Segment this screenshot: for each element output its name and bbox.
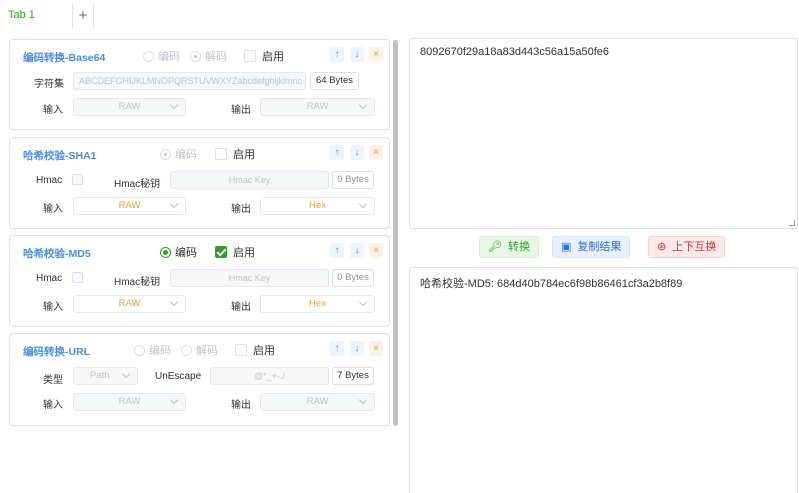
chevron-down-icon [358,297,368,307]
card-sha1: 哈希校验-SHA1 编码 启用 ↑ ↓ × Hmac Hmac秘钥 Hmac K… [9,137,390,229]
move-up-button[interactable]: ↑ [330,145,344,160]
move-down-button[interactable]: ↓ [350,243,364,258]
hmac-key-label: Hmac秘钥 [114,277,161,288]
card-md5: 哈希校验-MD5 编码 启用 ↑ ↓ × Hmac Hmac秘钥 Hmac Ke… [9,235,390,327]
input-textarea[interactable]: 8092670f29a18a83d443c56a15a50fe6 [409,38,798,229]
encode-radio[interactable]: 编码 [134,342,171,358]
output-format-select[interactable]: RAW [260,393,375,411]
resize-handle-icon[interactable] [789,220,795,226]
input-label: 输入 [43,105,63,116]
checkbox-icon [244,50,256,62]
add-tab-button[interactable]: + [72,2,94,30]
output-label: 输出 [231,302,251,313]
tab-1[interactable]: Tab 1 [8,9,35,21]
enable-checkbox[interactable]: 启用 [215,244,255,260]
chevron-down-icon [169,199,179,209]
radio-circle-icon [181,344,192,356]
byte-count: 0 Bytes [332,269,374,287]
input-text: 8092670f29a18a83d443c56a15a50fe6 [420,46,610,58]
card-base64: 编码转换-Base64 编码 解码 启用 ↑ ↓ × 字符集 ABCDEFGHI… [9,39,390,130]
swap-icon: ⊛ [657,241,667,253]
hmac-checkbox[interactable] [72,174,83,185]
hmac-label: Hmac [36,273,63,284]
chevron-down-icon [169,297,179,307]
type-select[interactable]: Path [73,367,138,385]
unescape-input[interactable]: @*_+-./ [210,367,329,385]
output-text: 哈希校验-MD5: 684d40b784ec6f98b86461cf3a2b8f… [420,278,683,290]
checkbox-icon [215,148,227,160]
byte-count: 7 Bytes [332,367,374,385]
remove-button[interactable]: × [369,145,383,160]
card-title: 编码转换-URL [23,346,91,358]
radio-circle-icon [190,50,201,62]
card-title: 哈希校验-MD5 [23,248,91,260]
enable-checkbox[interactable]: 启用 [244,48,284,64]
type-label: 类型 [43,375,63,386]
card-title: 哈希校验-SHA1 [23,150,97,162]
enable-checkbox[interactable]: 启用 [215,146,255,162]
decode-radio[interactable]: 解码 [190,48,227,64]
output-format-select[interactable]: Hex [260,197,375,215]
hmac-checkbox[interactable] [72,272,83,283]
radio-circle-icon [134,344,145,356]
input-label: 输入 [43,204,63,215]
copy-result-button[interactable]: ▣ 复制结果 [552,236,631,258]
input-label: 输入 [43,302,63,313]
left-panel-scrollbar[interactable] [393,40,398,426]
hmac-key-input[interactable]: Hmac Key [170,171,329,189]
enable-checkbox[interactable]: 启用 [235,342,275,358]
hmac-key-input[interactable]: Hmac Key [170,269,329,287]
input-label: 输入 [43,400,63,411]
encode-radio[interactable]: 编码 [160,244,197,260]
byte-count: 0 Bytes [332,171,374,189]
move-up-button[interactable]: ↑ [330,47,344,62]
decode-radio[interactable]: 解码 [181,342,218,358]
charset-label: 字符集 [34,79,64,90]
radio-circle-icon [143,50,154,62]
hmac-label: Hmac [36,175,63,186]
card-url: 编码转换-URL 编码 解码 启用 ↑ ↓ × 类型 Path UnEscape… [9,333,390,426]
move-down-button[interactable]: ↓ [350,47,364,62]
unescape-label: UnEscape [155,371,202,382]
output-format-select[interactable]: Hex [260,295,375,313]
chevron-down-icon [358,199,368,209]
move-down-button[interactable]: ↓ [350,145,364,160]
checkbox-checked-icon [215,246,227,258]
encode-radio[interactable]: 编码 [143,48,180,64]
input-format-select[interactable]: RAW [73,393,186,411]
swap-button[interactable]: ⊛ 上下互换 [648,236,726,258]
remove-button[interactable]: × [369,243,383,258]
radio-circle-icon [160,148,171,160]
output-label: 输出 [231,204,251,215]
chevron-down-icon [169,395,179,405]
remove-button[interactable]: × [369,341,383,356]
byte-count: 64 Bytes [310,72,359,90]
output-label: 输出 [231,400,251,411]
hmac-key-label: Hmac秘钥 [114,179,161,190]
move-down-button[interactable]: ↓ [350,341,364,356]
chevron-down-icon [358,100,368,110]
chevron-down-icon [358,395,368,405]
input-format-select[interactable]: RAW [73,197,186,215]
remove-button[interactable]: × [369,47,383,62]
input-format-select[interactable]: RAW [73,295,186,313]
output-label: 输出 [231,105,251,116]
output-textarea[interactable]: 哈希校验-MD5: 684d40b784ec6f98b86461cf3a2b8f… [409,267,798,493]
copy-icon: ▣ [561,241,572,253]
tab-bar: Tab 1 + [0,0,799,34]
key-icon: 🔑︎ [488,241,502,253]
encode-radio[interactable]: 编码 [160,146,197,162]
input-format-select[interactable]: RAW [73,98,186,116]
chevron-down-icon [169,100,179,110]
checkbox-icon [235,344,247,356]
move-up-button[interactable]: ↑ [330,243,344,258]
output-format-select[interactable]: RAW [260,98,375,116]
card-title: 编码转换-Base64 [23,52,106,64]
chevron-down-icon [121,369,131,379]
convert-button[interactable]: 🔑︎ 转换 [479,236,539,258]
move-up-button[interactable]: ↑ [330,341,344,356]
radio-circle-icon [160,246,171,258]
charset-input[interactable]: ABCDEFGHIJKLMNOPQRSTUVWXYZabcdefghijklmn… [73,72,306,90]
